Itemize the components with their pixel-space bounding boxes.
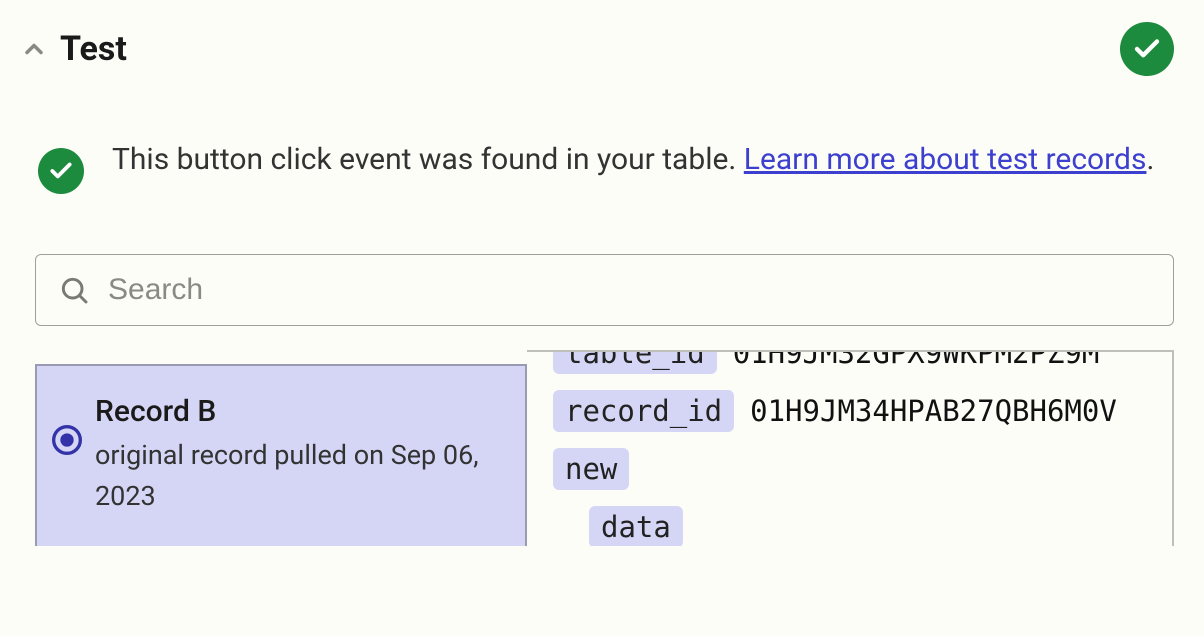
kv-row: data	[553, 506, 1172, 546]
success-check-icon	[38, 148, 84, 194]
record-texts: Record B original record pulled on Sep 0…	[95, 394, 505, 516]
record-card[interactable]: Record B original record pulled on Sep 0…	[35, 364, 527, 546]
record-list: Record B original record pulled on Sep 0…	[35, 364, 527, 546]
header-left[interactable]: Test	[20, 29, 127, 69]
detail-panel: table_id 01H9JM32GPX9WKPM2PZ9M record_id…	[527, 350, 1174, 546]
search-container	[0, 204, 1204, 326]
status-message: This button click event was found in you…	[112, 142, 744, 177]
radio-selected-icon[interactable]	[51, 424, 83, 456]
section-title: Test	[60, 29, 127, 69]
kv-row: table_id 01H9JM32GPX9WKPM2PZ9M	[553, 350, 1172, 374]
search-field[interactable]	[35, 254, 1174, 326]
learn-more-link[interactable]: Learn more about test records	[744, 142, 1147, 177]
kv-row: record_id 01H9JM34HPAB27QBH6M0V	[553, 390, 1172, 432]
value-text: 01H9JM32GPX9WKPM2PZ9M	[733, 350, 1100, 370]
status-row: This button click event was found in you…	[0, 96, 1204, 204]
key-chip: record_id	[553, 390, 734, 432]
status-text: This button click event was found in you…	[112, 136, 1154, 184]
kv-row: new	[553, 448, 1172, 490]
key-chip: table_id	[553, 350, 717, 374]
value-text: 01H9JM34HPAB27QBH6M0V	[750, 394, 1117, 428]
key-chip: data	[589, 506, 683, 546]
record-subtitle: original record pulled on Sep 06, 2023	[95, 435, 505, 516]
key-chip: new	[553, 448, 629, 490]
record-title: Record B	[95, 394, 505, 429]
success-check-icon	[1120, 22, 1174, 76]
status-period: .	[1146, 142, 1154, 177]
chevron-up-icon[interactable]	[20, 35, 48, 63]
section-header: Test	[0, 0, 1204, 96]
search-icon	[58, 274, 90, 306]
search-input[interactable]	[108, 273, 1151, 307]
content-area: Record B original record pulled on Sep 0…	[0, 326, 1204, 546]
